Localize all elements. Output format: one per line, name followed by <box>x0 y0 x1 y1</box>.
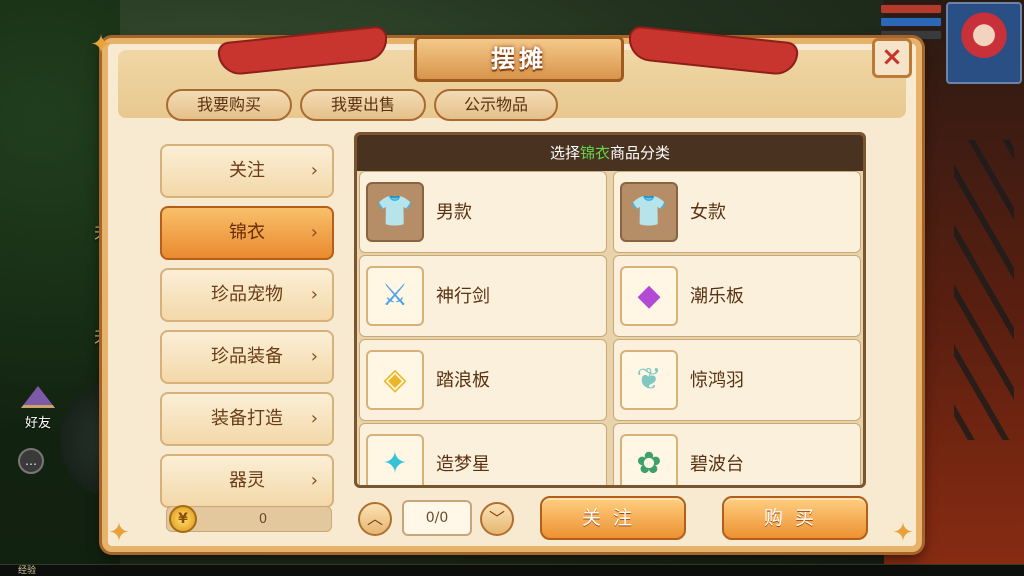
close-icon: × <box>881 42 903 72</box>
subcategory-name: 踏浪板 <box>436 370 490 391</box>
friend-hat-icon <box>21 386 55 408</box>
maple-leaf-icon: ✦ <box>108 518 130 548</box>
subcategory-chaole-board[interactable]: ◆ 潮乐板 <box>613 255 861 337</box>
player-portrait[interactable] <box>946 2 1022 84</box>
board-icon: ◈ <box>366 350 424 410</box>
chevron-right-icon: › <box>310 346 318 367</box>
subcategory-name: 惊鸿羽 <box>690 370 744 391</box>
subcategory-shenxing-sword[interactable]: ⚔ 神行剑 <box>359 255 607 337</box>
subcategory-female[interactable]: 👕 女款 <box>613 171 861 253</box>
subcategory-jinghong-feather[interactable]: ❦ 惊鸿羽 <box>613 339 861 421</box>
sword-icon: ⚔ <box>366 266 424 326</box>
subcategory-name: 神行剑 <box>436 286 490 307</box>
maple-leaf-icon: ✦ <box>892 518 914 548</box>
background-chain <box>954 140 1014 440</box>
feather-icon: ❦ <box>620 350 678 410</box>
close-button[interactable]: × <box>872 38 912 78</box>
subcategory-bibo-platform[interactable]: ✿ 碧波台 <box>613 423 861 485</box>
bottom-exp-bar <box>0 564 1024 576</box>
category-label: 珍品宠物 <box>211 284 283 305</box>
tab-buy[interactable]: 我要购买 <box>166 89 292 121</box>
subcategory-grid-panel: 选择锦衣商品分类 👕 男款 👕 女款 ⚔ 神行剑 ◆ 潮乐板 ◈ 踏浪板 ❦ 惊… <box>354 132 866 488</box>
follow-button[interactable]: 关注 <box>540 496 686 540</box>
subcategory-talang-board[interactable]: ◈ 踏浪板 <box>359 339 607 421</box>
chevron-right-icon: › <box>310 408 318 429</box>
category-list[interactable]: 关注 › 锦衣 › 珍品宠物 › 珍品装备 › 装备打造 › 器灵 › <box>160 144 336 524</box>
category-rare-pets[interactable]: 珍品宠物 › <box>160 268 334 322</box>
coin-icon: ¥ <box>169 505 197 533</box>
tab-sell[interactable]: 我要出售 <box>300 89 426 121</box>
category-label: 关注 <box>229 160 265 181</box>
subcategory-zaomeng-star[interactable]: ✦ 造梦星 <box>359 423 607 485</box>
buy-button[interactable]: 购买 <box>722 496 868 540</box>
chevron-right-icon: › <box>310 470 318 491</box>
exp-label: 经验 <box>18 566 37 576</box>
chevron-right-icon: › <box>310 160 318 181</box>
grid-header-highlight: 锦衣 <box>579 144 610 162</box>
coin-value: 0 <box>258 512 268 527</box>
category-label: 装备打造 <box>211 408 283 429</box>
coin-balance: ¥ 0 <box>166 505 332 533</box>
maple-leaf-icon: ✦ <box>90 30 112 60</box>
tab-public-items[interactable]: 公示物品 <box>434 89 558 121</box>
subcategory-name: 女款 <box>690 202 726 223</box>
lotus-icon: ✿ <box>620 434 678 485</box>
page-up-button[interactable]: ︿ <box>358 502 392 536</box>
subcategory-name: 男款 <box>436 202 472 223</box>
category-rare-equipment[interactable]: 珍品装备 › <box>160 330 334 384</box>
subcategory-male[interactable]: 👕 男款 <box>359 171 607 253</box>
grid-header: 选择锦衣商品分类 <box>357 135 863 171</box>
subcategory-name: 碧波台 <box>690 454 744 475</box>
category-label: 珍品装备 <box>211 346 283 367</box>
page-indicator: 0/0 <box>402 500 472 536</box>
category-label: 器灵 <box>229 470 265 491</box>
friend-button[interactable]: 好友 <box>14 386 62 436</box>
mp-bar <box>880 17 942 27</box>
subcategory-name: 造梦星 <box>436 454 490 475</box>
category-follow[interactable]: 关注 › <box>160 144 334 198</box>
clothing-icon: 👕 <box>366 182 424 242</box>
chat-bubble-icon[interactable]: … <box>18 448 44 474</box>
category-artifact-spirit[interactable]: 器灵 › <box>160 454 334 508</box>
chevron-right-icon: › <box>310 222 318 243</box>
clothing-icon: 👕 <box>620 182 678 242</box>
category-brocade[interactable]: 锦衣 › <box>160 206 334 260</box>
subcategory-name: 潮乐板 <box>690 286 744 307</box>
grid-header-prefix: 选择 <box>549 144 580 162</box>
board-icon: ◆ <box>620 266 678 326</box>
star-icon: ✦ <box>366 434 424 485</box>
friend-label: 好友 <box>24 416 51 431</box>
page-down-button[interactable]: ﹀ <box>480 502 514 536</box>
panel-title: 摆摊 <box>414 36 624 82</box>
hp-bar <box>880 4 942 14</box>
subcategory-grid: 👕 男款 👕 女款 ⚔ 神行剑 ◆ 潮乐板 ◈ 踏浪板 ❦ 惊鸿羽 ✦ 造梦星 … <box>357 171 863 485</box>
stall-panel: 摆摊 我要购买 我要出售 公示物品 关注 › 锦衣 › 珍品宠物 › 珍品装备 … <box>102 25 922 552</box>
category-label: 锦衣 <box>229 222 265 243</box>
chevron-right-icon: › <box>310 284 318 305</box>
category-equipment-forging[interactable]: 装备打造 › <box>160 392 334 446</box>
grid-header-suffix: 商品分类 <box>610 144 671 162</box>
